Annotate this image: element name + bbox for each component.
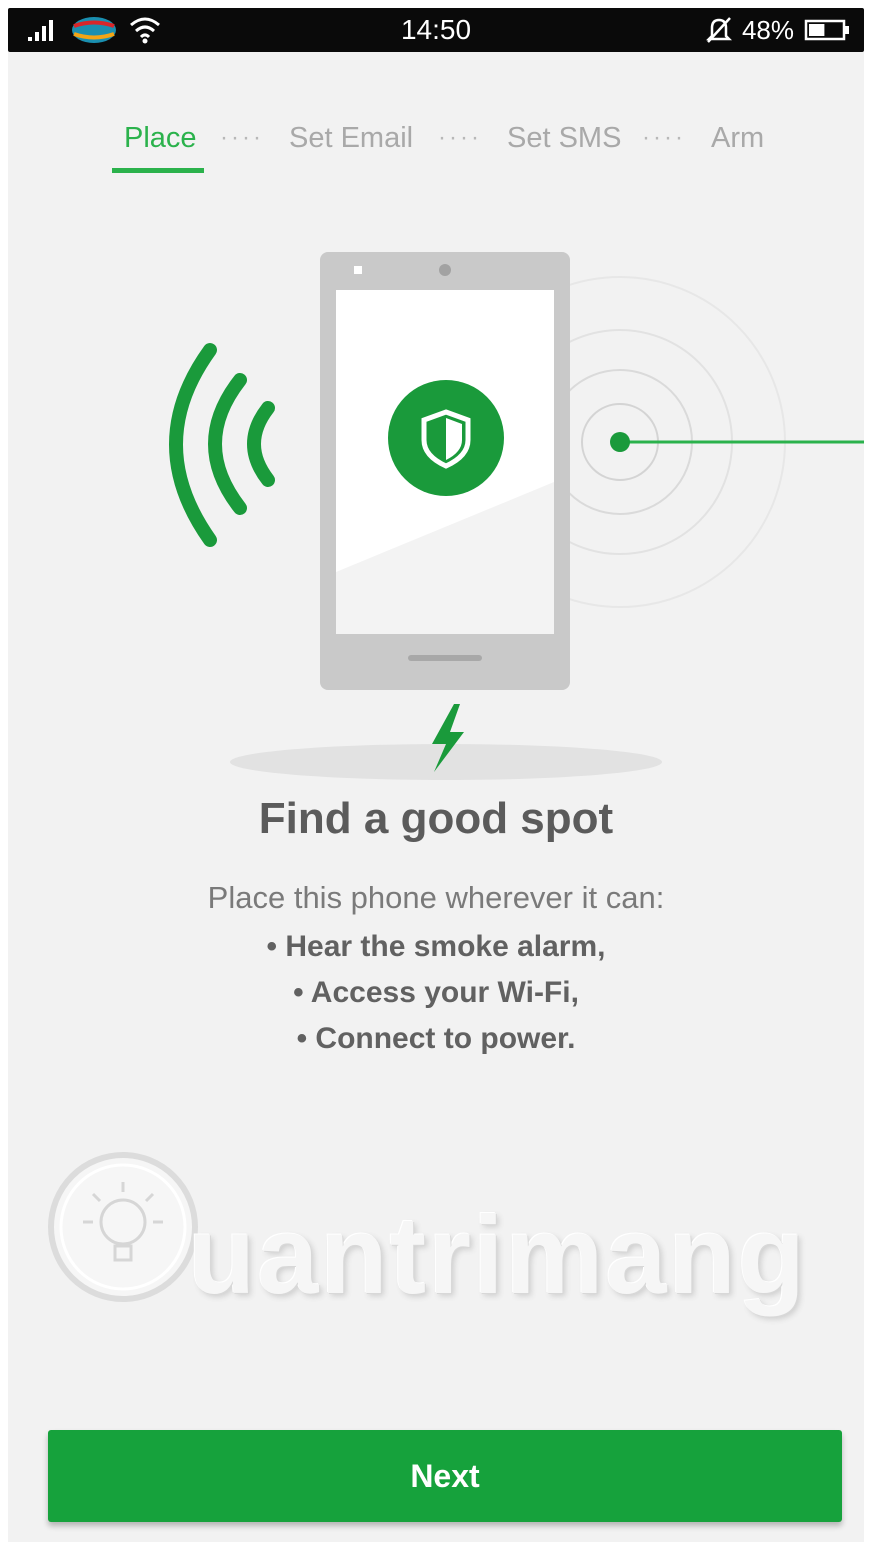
requirements-list: • Hear the smoke alarm, • Access your Wi… — [8, 924, 864, 1062]
setup-screen: Place ···· Set Email ···· Set SMS ···· A… — [8, 52, 864, 1542]
description: Place this phone wherever it can: — [207, 880, 665, 915]
sound-waves-icon — [169, 343, 275, 547]
battery-percent: 48% — [741, 14, 794, 45]
status-bar-right: 48% — [705, 8, 850, 52]
status-bar: 14:50 48% — [8, 8, 864, 52]
alarm-off-icon — [705, 17, 732, 43]
page-title: Find a good spot — [258, 794, 614, 843]
next-button[interactable]: Next — [48, 1430, 842, 1522]
list-item: • Hear the smoke alarm, — [266, 930, 606, 963]
battery-icon — [804, 19, 849, 41]
list-item: • Access your Wi-Fi, — [293, 976, 579, 1009]
shield-icon — [388, 380, 504, 496]
list-item: • Connect to power. — [296, 1022, 576, 1055]
